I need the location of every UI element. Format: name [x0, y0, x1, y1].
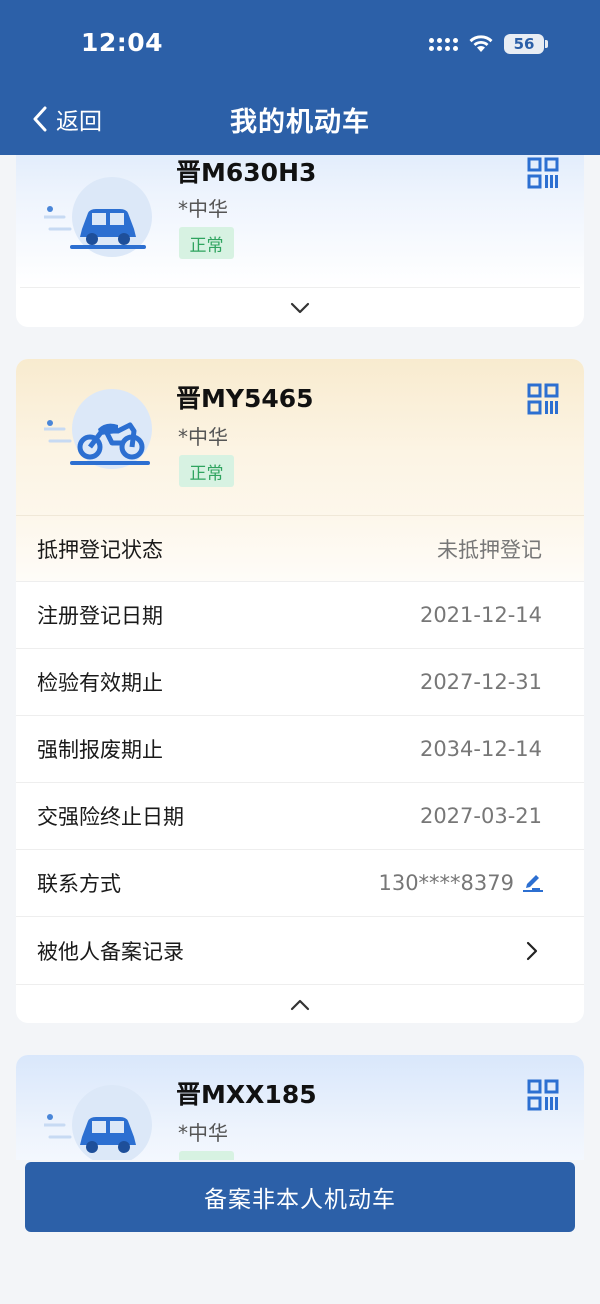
- qr-code-icon[interactable]: [527, 383, 559, 415]
- battery-icon: 56: [504, 34, 548, 54]
- status-badge: 正常: [179, 455, 234, 487]
- info-row-scrap-deadline: 强制报废期止 2034-12-14: [16, 716, 584, 783]
- info-row-insurance-end: 交强险终止日期 2027-03-21: [16, 783, 584, 850]
- collapse-button[interactable]: [16, 984, 584, 1023]
- info-row-contact[interactable]: 联系方式 130****8379: [16, 850, 584, 917]
- plate-number: 晋MXX185: [176, 1080, 317, 1109]
- vehicle-brand: *中华: [178, 197, 228, 221]
- page-title: 我的机动车: [230, 107, 370, 138]
- info-label: 检验有效期止: [37, 671, 163, 695]
- plate-number: 晋MY5465: [176, 384, 314, 413]
- info-value: 2027-03-21: [419, 804, 542, 828]
- plate-number: 晋M630H3: [176, 158, 317, 187]
- vehicle-card-2[interactable]: 晋MY5465 *中华 正常 抵押登记状态 未抵押登记 注册登记日期 2021-…: [16, 359, 584, 1023]
- chevron-up-icon: [290, 999, 310, 1010]
- info-value: 2021-12-14: [419, 603, 542, 627]
- info-label: 交强险终止日期: [37, 805, 184, 829]
- bottom-action-bar: 备案非本人机动车: [0, 1160, 600, 1304]
- info-row-filing-records[interactable]: 被他人备案记录: [16, 917, 584, 984]
- vehicle-brand: *中华: [178, 1121, 228, 1145]
- info-row-mortgage: 抵押登记状态 未抵押登记: [16, 515, 584, 582]
- info-value: 2034-12-14: [419, 737, 542, 761]
- info-label: 抵押登记状态: [37, 537, 163, 562]
- chevron-right-icon: [526, 941, 538, 960]
- info-value: 未抵押登记: [437, 537, 542, 562]
- info-label: 被他人备案记录: [37, 939, 184, 964]
- edit-icon[interactable]: [522, 873, 544, 893]
- wifi-icon: [469, 35, 493, 52]
- vehicle-brand: *中华: [178, 425, 228, 449]
- status-badge: 正常: [179, 227, 234, 259]
- info-label: 注册登记日期: [37, 604, 163, 628]
- car-illustration-icon: [44, 177, 152, 257]
- status-icons: 56: [429, 32, 548, 56]
- qr-code-icon[interactable]: [527, 1079, 559, 1111]
- info-value: 130****8379: [378, 871, 514, 895]
- info-value: 2027-12-31: [419, 670, 542, 694]
- signal-icon: [429, 37, 458, 51]
- info-label: 联系方式: [37, 872, 121, 896]
- chevron-down-icon: [290, 302, 310, 313]
- qr-code-icon[interactable]: [527, 157, 559, 189]
- info-label: 强制报废期止: [37, 738, 163, 762]
- register-other-vehicle-button[interactable]: 备案非本人机动车: [25, 1162, 575, 1232]
- app-header: 12:04 56 返回 我的机动车: [0, 0, 600, 155]
- status-time: 12:04: [81, 28, 164, 57]
- expand-button[interactable]: [20, 287, 580, 327]
- motorcycle-illustration-icon: [44, 389, 152, 469]
- info-row-inspection-expiry: 检验有效期止 2027-12-31: [16, 649, 584, 716]
- info-row-registration-date: 注册登记日期 2021-12-14: [16, 582, 584, 649]
